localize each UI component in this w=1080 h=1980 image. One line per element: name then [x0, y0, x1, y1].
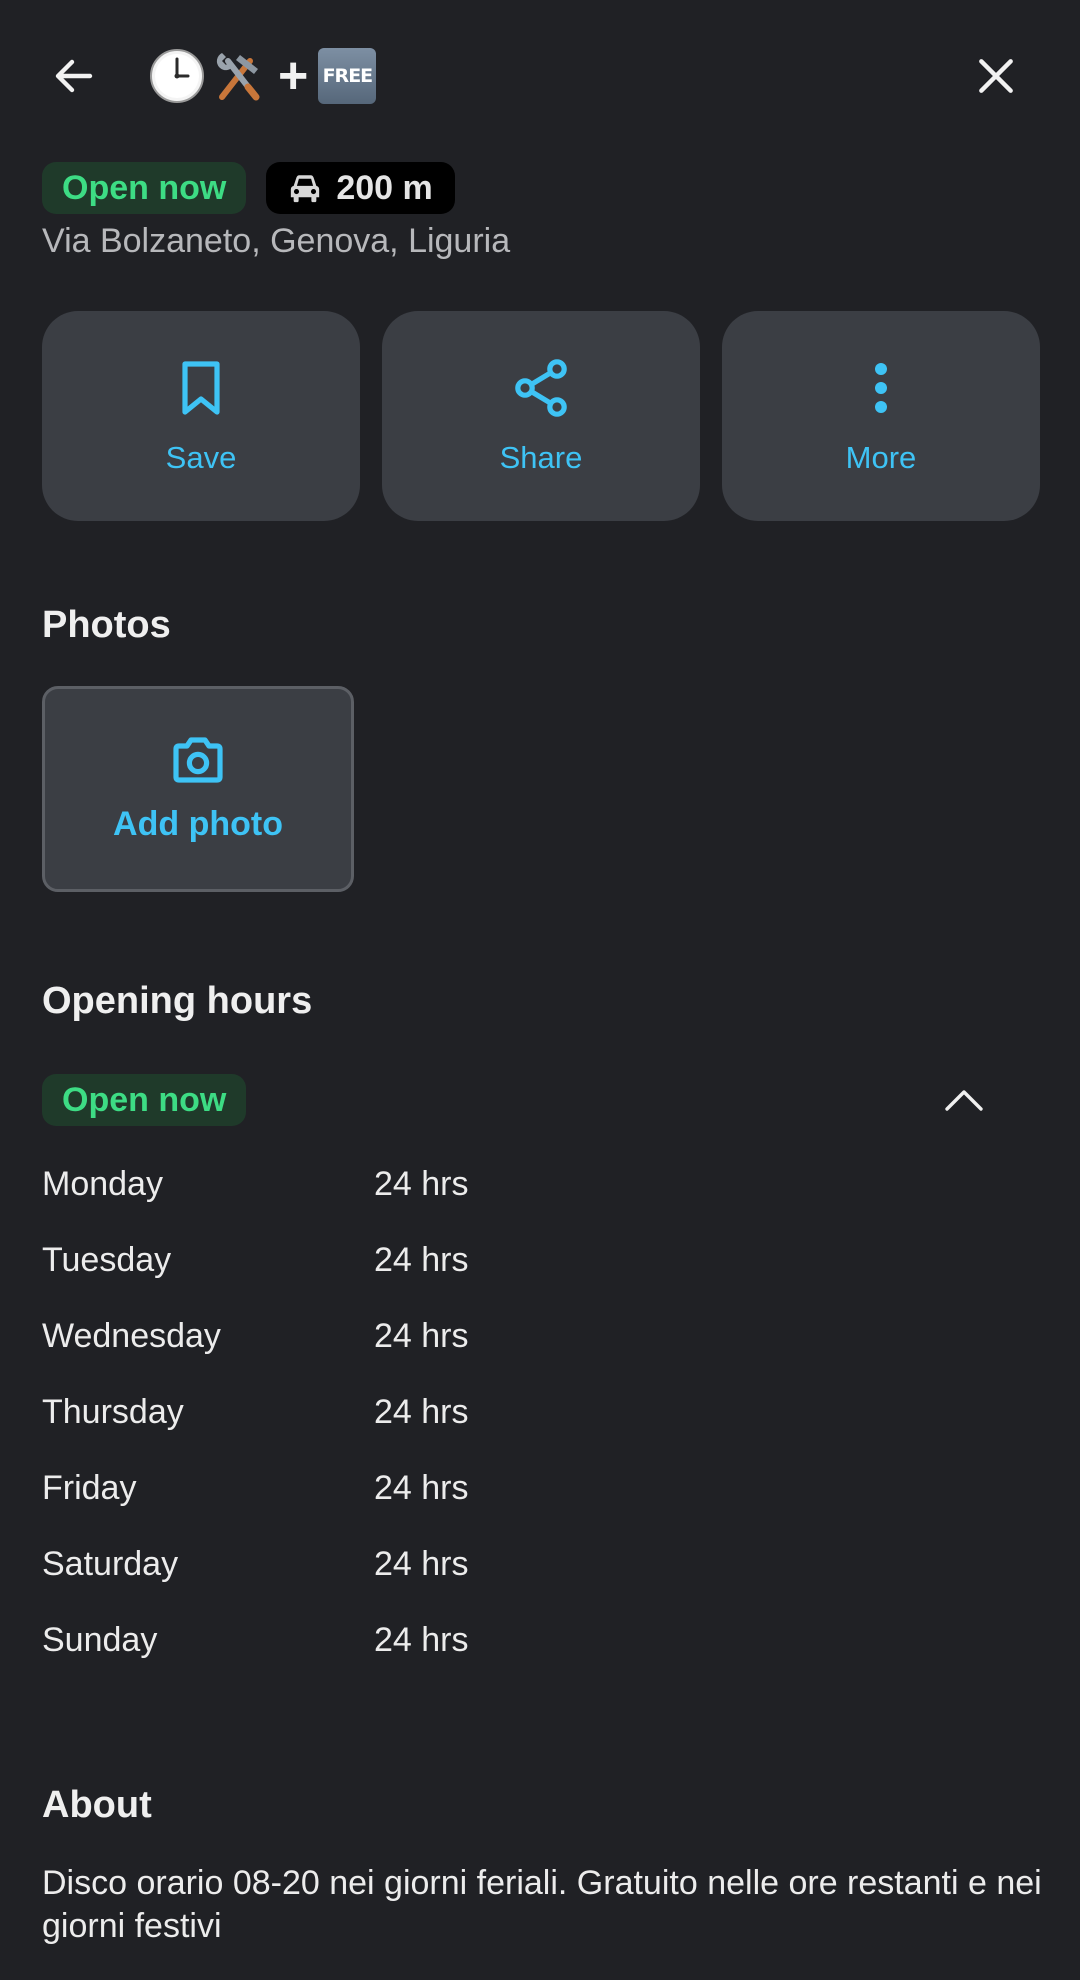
hours-value: 24 hrs: [374, 1393, 469, 1431]
place-details-screen: + FREE Open now 200 m Via Bolzaneto, Gen…: [0, 0, 1080, 1980]
car-icon: [291, 175, 320, 203]
day-label: Friday: [42, 1469, 137, 1507]
open-now-badge: Open now: [42, 162, 247, 214]
hours-row-wednesday: Wednesday 24 hrs: [42, 1317, 942, 1393]
day-label: Monday: [42, 1165, 163, 1203]
close-button[interactable]: [964, 44, 1028, 108]
title-plus: +: [278, 47, 309, 105]
free-icon: FREE: [318, 48, 377, 104]
hours-value: 24 hrs: [374, 1545, 469, 1583]
arrow-left-icon: [55, 59, 93, 93]
action-buttons: Save Share More: [42, 311, 1040, 521]
back-button[interactable]: [42, 44, 106, 108]
chevron-up-icon: [945, 1090, 983, 1111]
more-label: More: [845, 440, 917, 475]
distance-value: 200 m: [336, 169, 433, 207]
day-label: Wednesday: [42, 1317, 221, 1355]
hours-row-friday: Friday 24 hrs: [42, 1469, 942, 1545]
share-label: Share: [499, 440, 583, 475]
hammer-wrench-icon: [216, 53, 260, 101]
address: Via Bolzaneto, Genova, Liguria: [42, 222, 511, 260]
hours-row-sunday: Sunday 24 hrs: [42, 1621, 942, 1697]
save-button[interactable]: Save: [42, 311, 360, 521]
header: + FREE: [0, 0, 1080, 150]
close-icon: [979, 59, 1013, 93]
hours-row-saturday: Saturday 24 hrs: [42, 1545, 942, 1621]
hours-row-monday: Monday 24 hrs: [42, 1165, 942, 1241]
more-vertical-icon: [875, 363, 887, 413]
more-button[interactable]: More: [722, 311, 1040, 521]
hours-value: 24 hrs: [374, 1241, 469, 1279]
hours-open-now-badge: Open now: [42, 1074, 247, 1126]
photos-title: Photos: [42, 604, 171, 646]
place-title: + FREE: [148, 44, 377, 108]
add-photo-button[interactable]: Add photo: [42, 686, 354, 892]
opening-hours-title: Opening hours: [42, 980, 313, 1022]
add-photo-label: Add photo: [113, 804, 283, 843]
about-title: About: [42, 1784, 152, 1826]
distance-badge: 200 m: [266, 162, 455, 214]
day-label: Saturday: [42, 1545, 179, 1583]
hours-value: 24 hrs: [374, 1317, 469, 1355]
opening-hours-status-row[interactable]: Open now: [42, 1074, 1042, 1126]
hours-row-tuesday: Tuesday 24 hrs: [42, 1241, 942, 1317]
day-label: Tuesday: [42, 1241, 172, 1279]
clock-icon: [150, 49, 204, 103]
opening-hours-table: Monday 24 hrs Tuesday 24 hrs Wednesday 2…: [42, 1165, 942, 1697]
hours-value: 24 hrs: [374, 1165, 469, 1203]
day-label: Sunday: [42, 1621, 158, 1659]
share-button[interactable]: Share: [382, 311, 700, 521]
hours-row-thursday: Thursday 24 hrs: [42, 1393, 942, 1469]
share-icon: [515, 359, 567, 417]
camera-icon: [173, 736, 223, 783]
about-text: Disco orario 08-20 nei giorni feriali. G…: [42, 1864, 1042, 1945]
bookmark-icon: [182, 361, 220, 415]
collapse-hours-button[interactable]: [932, 1068, 996, 1132]
hours-value: 24 hrs: [374, 1621, 469, 1659]
status-badges: Open now 200 m: [42, 162, 455, 214]
hours-value: 24 hrs: [374, 1469, 469, 1507]
save-label: Save: [165, 440, 237, 475]
day-label: Thursday: [42, 1393, 184, 1431]
